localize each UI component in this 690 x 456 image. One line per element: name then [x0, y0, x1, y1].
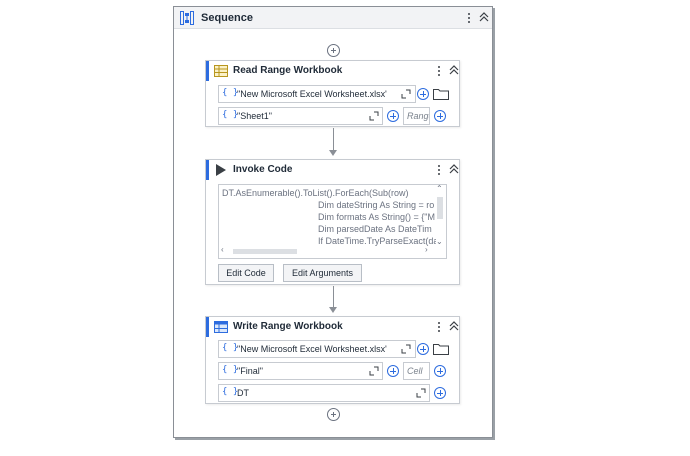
scroll-up-icon[interactable]: ⌃	[436, 185, 443, 193]
read-range-workbook-activity[interactable]: Read Range Workbook { } "New Microsoft E…	[205, 60, 460, 127]
read-range-workbook-header: Read Range Workbook	[206, 61, 459, 81]
expand-editor-icon[interactable]	[416, 388, 426, 398]
workbook-path-value: "New Microsoft Excel Worksheet.xlsx"	[237, 344, 387, 354]
read-range-more-options-icon[interactable]	[434, 63, 444, 79]
sequence-icon	[180, 11, 194, 25]
sheet-name-field[interactable]: { } "Sheet1"	[218, 107, 383, 125]
write-range-workbook-activity[interactable]: Write Range Workbook { } "New Microsoft …	[205, 316, 460, 404]
expression-braces-icon: { }	[222, 88, 239, 98]
workbook-path-add-icon[interactable]	[417, 88, 429, 100]
vertical-scroll-thumb[interactable]	[437, 197, 443, 219]
code-line: Dim dateString As String = ro	[318, 200, 435, 210]
sequence-title: Sequence	[201, 12, 253, 24]
sheet-name-value: "Sheet1"	[237, 111, 272, 121]
sheet-name-add-icon[interactable]	[387, 365, 399, 377]
expand-editor-icon[interactable]	[369, 366, 379, 376]
play-icon	[216, 164, 226, 176]
horizontal-scroll-thumb[interactable]	[233, 249, 297, 254]
sheet-name-field[interactable]: { } "Final"	[218, 362, 383, 380]
datatable-add-icon[interactable]	[434, 387, 446, 399]
code-line: Dim formats As String() = {"M	[318, 212, 435, 222]
horizontal-scrollbar[interactable]: ‹ ›	[221, 245, 433, 256]
flow-connector	[333, 128, 334, 150]
write-range-workbook-title: Write Range Workbook	[233, 321, 343, 332]
datatable-field[interactable]: { } DT	[218, 384, 430, 402]
code-preview[interactable]: DT.AsEnumerable().ToList().ForEach(Sub(r…	[218, 184, 447, 259]
invoke-code-activity[interactable]: Invoke Code DT.AsEnumerable().ToList().F…	[205, 159, 460, 285]
write-range-collapse-icon[interactable]	[448, 319, 460, 333]
range-field[interactable]: Range	[403, 107, 430, 125]
code-line: Dim parsedDate As DateTim	[318, 224, 432, 234]
code-line: If DateTime.TryParseExact(da	[318, 236, 436, 246]
expand-editor-icon[interactable]	[401, 344, 411, 354]
workbook-path-value: "New Microsoft Excel Worksheet.xlsx"	[237, 89, 387, 99]
sequence-header: Sequence	[174, 7, 492, 29]
expression-braces-icon: { }	[222, 387, 239, 397]
workbook-path-add-icon[interactable]	[417, 343, 429, 355]
write-range-more-options-icon[interactable]	[434, 319, 444, 335]
cell-add-icon[interactable]	[434, 365, 446, 377]
expression-braces-icon: { }	[222, 110, 239, 120]
vertical-scrollbar[interactable]: ⌃ ⌄	[436, 185, 444, 246]
invoke-code-collapse-icon[interactable]	[448, 162, 460, 176]
read-range-collapse-icon[interactable]	[448, 63, 460, 77]
excel-read-icon	[214, 65, 228, 77]
expand-editor-icon[interactable]	[401, 89, 411, 99]
browse-folder-icon[interactable]	[433, 343, 449, 355]
edit-code-button[interactable]: Edit Code	[218, 264, 274, 282]
scroll-right-icon[interactable]: ›	[425, 245, 428, 254]
scroll-down-icon[interactable]: ⌄	[436, 237, 443, 246]
add-activity-bottom-icon[interactable]	[327, 408, 340, 421]
expression-braces-icon: { }	[222, 343, 239, 353]
sheet-name-add-icon[interactable]	[387, 110, 399, 122]
sheet-name-value: "Final"	[237, 366, 263, 376]
flow-arrow-icon	[329, 150, 337, 156]
code-line: DT.AsEnumerable().ToList().ForEach(Sub(r…	[222, 188, 409, 198]
expand-editor-icon[interactable]	[369, 111, 379, 121]
expression-braces-icon: { }	[222, 365, 239, 375]
workbook-path-field[interactable]: { } "New Microsoft Excel Worksheet.xlsx"	[218, 85, 416, 103]
workbook-path-field[interactable]: { } "New Microsoft Excel Worksheet.xlsx"	[218, 340, 416, 358]
flow-connector	[333, 286, 334, 307]
range-add-icon[interactable]	[434, 110, 446, 122]
write-range-workbook-header: Write Range Workbook	[206, 317, 459, 337]
invoke-code-title: Invoke Code	[233, 164, 293, 175]
add-activity-top-icon[interactable]	[327, 44, 340, 57]
edit-arguments-button[interactable]: Edit Arguments	[283, 264, 362, 282]
scroll-left-icon[interactable]: ‹	[221, 245, 224, 254]
flow-arrow-icon	[329, 307, 337, 313]
excel-write-icon	[214, 321, 228, 333]
invoke-code-more-options-icon[interactable]	[434, 162, 444, 178]
datatable-value: DT	[237, 388, 249, 398]
sequence-more-options-icon[interactable]	[464, 10, 474, 26]
cell-field[interactable]: Cell	[403, 362, 430, 380]
browse-folder-icon[interactable]	[433, 88, 449, 100]
invoke-code-header: Invoke Code	[206, 160, 459, 180]
read-range-workbook-title: Read Range Workbook	[233, 65, 343, 76]
sequence-container[interactable]: Sequence Read Range Workbook { } "New Mi…	[173, 6, 493, 438]
sequence-collapse-icon[interactable]	[478, 10, 490, 24]
